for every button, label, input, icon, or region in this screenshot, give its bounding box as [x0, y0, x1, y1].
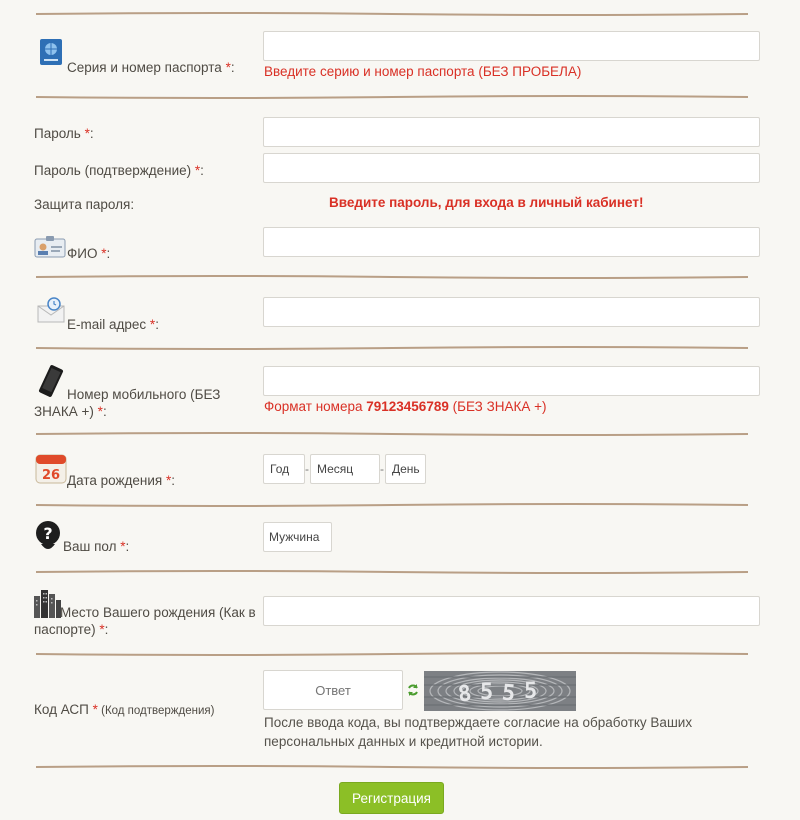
divider [36, 346, 748, 350]
password-strength-message: Введите пароль, для входа в личный кабин… [329, 195, 644, 210]
phone-input[interactable] [263, 366, 760, 396]
refresh-icon[interactable] [407, 683, 419, 700]
captcha-label: Код АСП * (Код подтверждения) [34, 702, 215, 717]
passport-icon [39, 38, 63, 69]
birthplace-label: Место Вашего рождения (Как в паспорте) *: [34, 605, 256, 637]
divider [36, 95, 748, 99]
password-confirm-input[interactable] [263, 153, 760, 183]
calendar-icon: 26 [35, 452, 67, 487]
password-strength-label: Защита пароля: [34, 197, 135, 212]
birthplace-input[interactable] [263, 596, 760, 626]
phone-hint: Формат номера 79123456789 (БЕЗ ЗНАКА +) [264, 399, 547, 414]
gender-label: Ваш пол *: [63, 539, 130, 554]
date-separator: - [380, 462, 384, 476]
register-button[interactable]: Регистрация [339, 782, 444, 814]
password-input[interactable] [263, 117, 760, 147]
birth-month-select[interactable]: Месяц [310, 454, 380, 484]
birth-date-label: Дата рождения *: [67, 473, 176, 488]
question-avatar-icon: ? [35, 520, 63, 555]
passport-input[interactable] [263, 31, 760, 61]
divider [36, 275, 748, 279]
phone-label: Номер мобильного (БЕЗ ЗНАКА +) *: [34, 387, 221, 419]
captcha-input[interactable] [263, 670, 403, 710]
divider [36, 12, 748, 16]
passport-label: Серия и номер паспорта *: [67, 60, 235, 75]
passport-hint: Введите серию и номер паспорта (БЕЗ ПРОБ… [264, 64, 582, 79]
divider [36, 765, 748, 769]
consent-note: После ввода кода, вы подтверждаете согла… [264, 715, 693, 749]
svg-text:?: ? [43, 524, 52, 543]
birth-day-select[interactable]: День [385, 454, 426, 484]
svg-text:5: 5 [501, 680, 517, 706]
envelope-icon [36, 296, 68, 327]
gender-select[interactable]: Мужчина [263, 522, 332, 552]
fio-input[interactable] [263, 227, 760, 257]
id-card-icon [34, 236, 66, 261]
birth-year-select[interactable]: Год [263, 454, 305, 484]
divider [36, 432, 748, 436]
captcha-image: 8 5 5 5 [424, 671, 576, 711]
password-confirm-label: Пароль (подтверждение) *: [34, 163, 204, 178]
fio-label: ФИО *: [67, 246, 111, 261]
divider [36, 652, 748, 656]
email-input[interactable] [263, 297, 760, 327]
svg-text:5: 5 [480, 680, 493, 705]
password-label: Пароль *: [34, 126, 94, 141]
divider [36, 503, 748, 507]
date-separator: - [305, 462, 309, 476]
divider [36, 570, 748, 574]
email-label: E-mail адрес *: [67, 317, 159, 332]
svg-text:26: 26 [42, 468, 60, 483]
svg-text:5: 5 [524, 679, 537, 704]
